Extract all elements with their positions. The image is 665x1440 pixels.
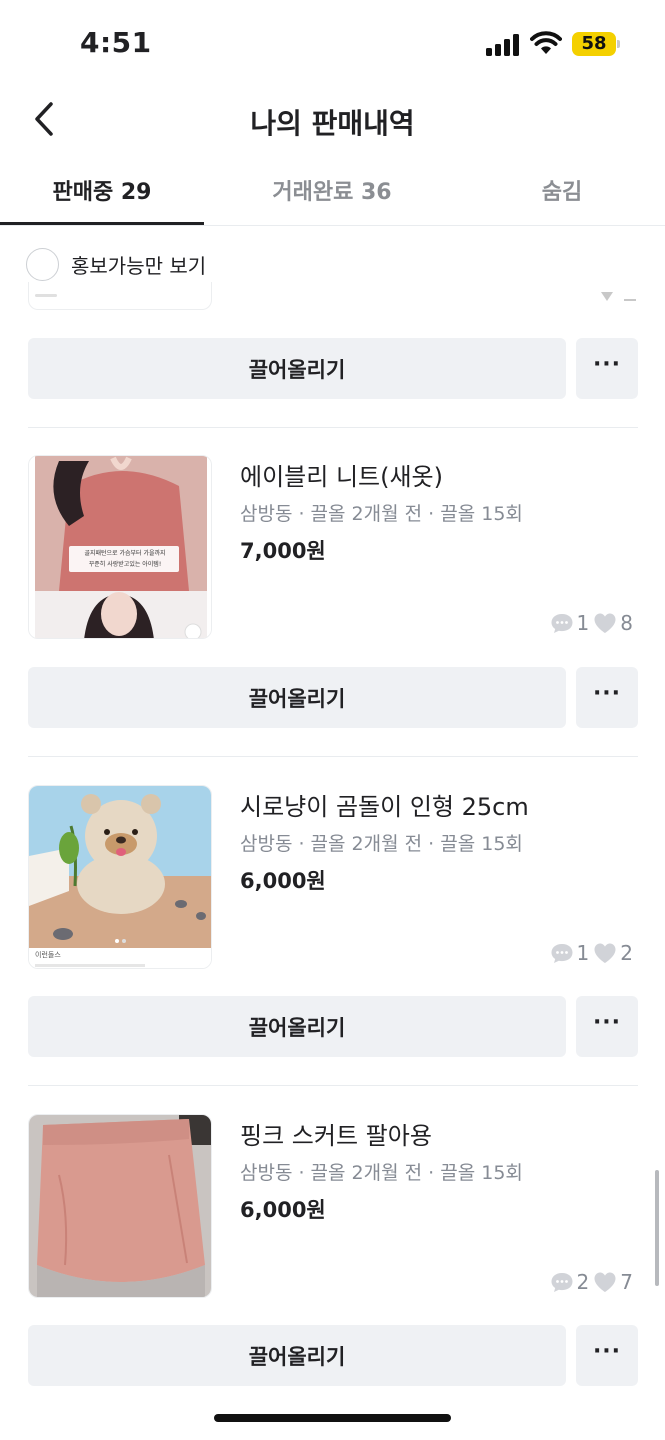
product-item[interactable]: 이런돌스 시로냥이 곰돌이 인형 25cm 삼방동 · 끌올 2개월 전 · 끌…: [0, 785, 665, 971]
more-options-button[interactable]: ···: [576, 996, 638, 1057]
product-price: 7,000원: [240, 539, 326, 563]
heart-icon: [601, 292, 613, 301]
status-time: 4:51: [80, 26, 152, 59]
wifi-icon: [530, 31, 562, 54]
product-stats: 2 7: [550, 1270, 637, 1294]
heart-icon: [594, 1272, 616, 1292]
heart-icon: [594, 943, 616, 963]
thumbnail-caption: 골지패턴으로 가슴부터 가을까지 꾸준히 사랑받고있는 아이템!: [84, 550, 166, 568]
previous-item-thumbnail: [28, 282, 212, 310]
product-title: 핑크 스커트 팔아용: [240, 1122, 432, 1150]
chat-icon: [551, 1273, 573, 1292]
battery-icon: 58: [572, 32, 620, 56]
divider: [28, 427, 638, 428]
status-bar: 4:51 58: [0, 0, 665, 88]
chat-count: 1: [576, 611, 590, 635]
chat-icon: [551, 614, 573, 633]
divider: [28, 1085, 638, 1086]
product-title: 시로냥이 곰돌이 인형 25cm: [240, 793, 529, 821]
tab-bar: 판매중 29 거래완료 36 숨김: [0, 160, 665, 226]
like-count: 2: [620, 941, 633, 965]
product-price: 6,000원: [240, 1198, 326, 1222]
product-meta: 삼방동 · 끌올 2개월 전 · 끌올 15회: [240, 503, 523, 525]
product-item[interactable]: 핑크 스커트 팔아용 삼방동 · 끌올 2개월 전 · 끌올 15회 6,000…: [0, 1114, 665, 1300]
product-thumbnail: 골지패턴으로 가슴부터 가을까지 꾸준히 사랑받고있는 아이템!: [28, 455, 212, 639]
product-price: 6,000원: [240, 869, 326, 893]
more-options-button[interactable]: ···: [576, 667, 638, 728]
scrollbar[interactable]: [655, 1170, 659, 1286]
more-options-button[interactable]: ···: [576, 1325, 638, 1386]
more-icon: ···: [592, 1339, 622, 1364]
bump-button[interactable]: 끌어올리기: [28, 1325, 566, 1386]
chat-icon: [551, 944, 573, 963]
product-thumbnail: 이런돌스: [28, 785, 212, 969]
more-options-button[interactable]: ···: [576, 338, 638, 399]
battery-level: 58: [581, 33, 607, 54]
product-item[interactable]: 골지패턴으로 가슴부터 가을까지 꾸준히 사랑받고있는 아이템! 에이블리 니트…: [0, 455, 665, 641]
page-title: 나의 판매내역: [250, 107, 415, 140]
home-indicator[interactable]: [214, 1414, 451, 1422]
more-icon: ···: [592, 352, 622, 377]
header: 나의 판매내역: [0, 88, 665, 152]
bump-button[interactable]: 끌어올리기: [28, 667, 566, 728]
like-count: 8: [620, 611, 633, 635]
filter-checkbox[interactable]: [26, 247, 59, 281]
active-tab-indicator: [0, 222, 204, 225]
bump-button[interactable]: 끌어올리기: [28, 996, 566, 1057]
more-icon: ···: [592, 681, 622, 706]
thumbnail-caption: 이런돌스: [35, 951, 61, 959]
more-icon: ···: [592, 1010, 622, 1035]
previous-item-stat: [624, 299, 636, 301]
product-stats: 1 2: [550, 941, 637, 965]
heart-icon: [594, 613, 616, 633]
product-thumbnail: [28, 1114, 212, 1298]
chat-count: 2: [576, 1270, 590, 1294]
divider: [28, 756, 638, 757]
chat-count: 1: [576, 941, 590, 965]
filter-label: 홍보가능만 보기: [71, 253, 207, 278]
like-count: 7: [620, 1270, 633, 1294]
promotable-filter[interactable]: 홍보가능만 보기: [26, 246, 206, 282]
cellular-signal-icon: [486, 34, 519, 56]
product-stats: 1 8: [550, 611, 637, 635]
tab-on-sale[interactable]: 판매중 29: [0, 174, 204, 226]
product-meta: 삼방동 · 끌올 2개월 전 · 끌올 15회: [240, 1162, 523, 1184]
tab-completed[interactable]: 거래완료 36: [222, 174, 442, 226]
product-title: 에이블리 니트(새옷): [240, 463, 443, 491]
product-meta: 삼방동 · 끌올 2개월 전 · 끌올 15회: [240, 833, 523, 855]
bump-button[interactable]: 끌어올리기: [28, 338, 566, 399]
tab-hidden[interactable]: 숨김: [462, 174, 662, 226]
